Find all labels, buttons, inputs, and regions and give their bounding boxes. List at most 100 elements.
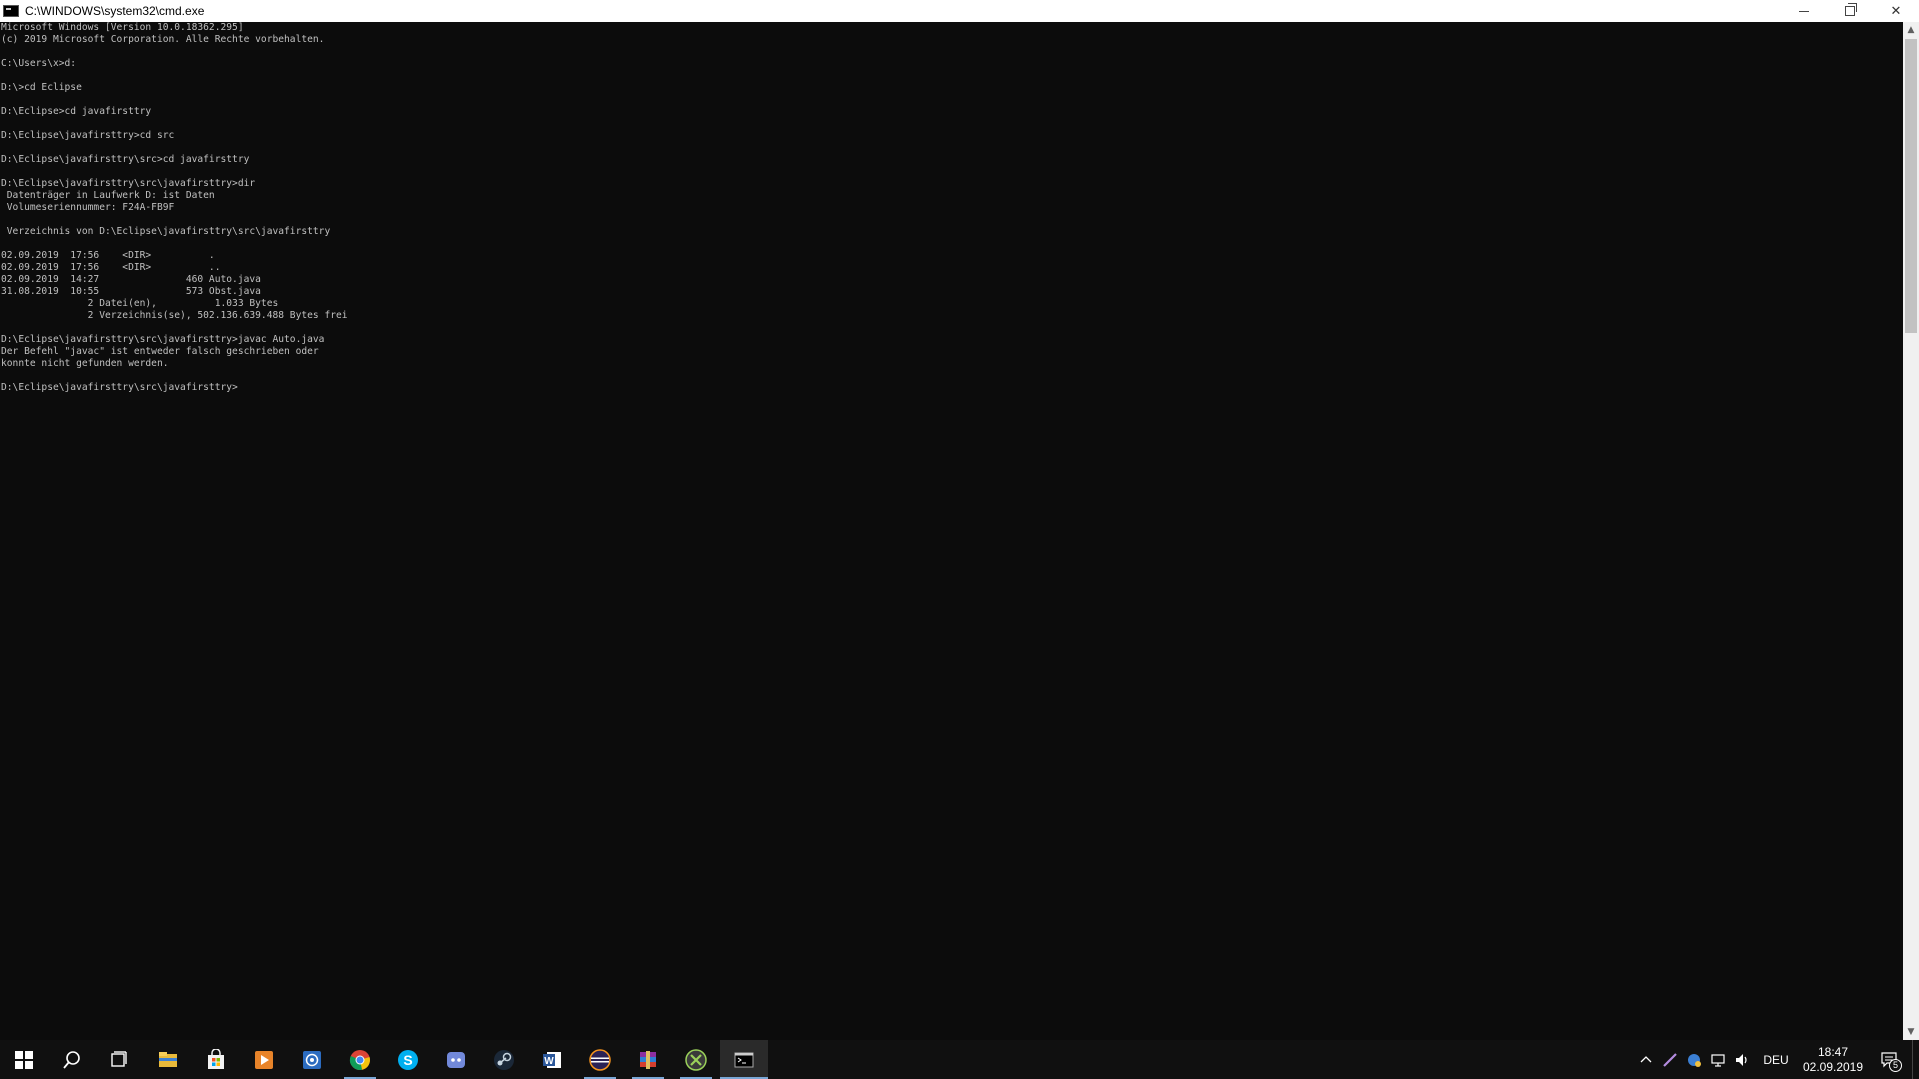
taskbar-file-explorer[interactable] bbox=[144, 1040, 192, 1079]
tray-volume-button[interactable] bbox=[1730, 1040, 1754, 1079]
window-title: C:\WINDOWS\system32\cmd.exe bbox=[25, 4, 205, 18]
console-area[interactable]: Microsoft Windows [Version 10.0.18362.29… bbox=[0, 22, 1903, 1040]
console-line: konnte nicht gefunden werden. bbox=[1, 358, 169, 369]
taskbar-microsoft-store[interactable] bbox=[192, 1040, 240, 1079]
scroll-up-arrow[interactable]: ▲ bbox=[1903, 22, 1919, 38]
console-output: Microsoft Windows [Version 10.0.18362.29… bbox=[0, 22, 1903, 394]
console-line: (c) 2019 Microsoft Corporation. Alle Rec… bbox=[1, 34, 325, 45]
console-line: 2 Verzeichnis(se), 502.136.639.488 Bytes… bbox=[1, 310, 348, 321]
skype-icon: S bbox=[398, 1049, 418, 1070]
microsoft-store-icon bbox=[208, 1048, 224, 1069]
cmd-app-icon[interactable] bbox=[3, 5, 19, 17]
discord-icon bbox=[447, 1051, 465, 1068]
restore-icon bbox=[1845, 3, 1857, 16]
tray-network-status-button[interactable] bbox=[1682, 1040, 1706, 1079]
eclipse-icon bbox=[589, 1048, 611, 1071]
console-line: D:\Eclipse\javafirsttry\src>cd javafirst… bbox=[1, 154, 250, 165]
input-language-indicator[interactable]: DEU bbox=[1754, 1053, 1798, 1067]
taskbar: S W DEU 18:47 02.09.2019 5 bbox=[0, 1040, 1919, 1079]
task-view-icon bbox=[111, 1050, 127, 1067]
console-line: 02.09.2019 17:56 <DIR> .. bbox=[1, 262, 221, 273]
taskbar-skype[interactable]: S bbox=[384, 1040, 432, 1079]
console-line: D:\Eclipse\javafirsttry\src\javafirsttry… bbox=[1, 382, 238, 393]
winrar-icon bbox=[640, 1050, 656, 1069]
file-explorer-icon bbox=[159, 1051, 177, 1067]
action-center-button[interactable]: 5 bbox=[1868, 1040, 1912, 1079]
command-prompt-icon bbox=[734, 1052, 754, 1067]
clock-date: 02.09.2019 bbox=[1802, 1059, 1864, 1074]
console-line: C:\Users\x>d: bbox=[1, 58, 77, 69]
minimize-icon bbox=[1799, 10, 1809, 12]
chrome-icon bbox=[349, 1049, 370, 1070]
scroll-thumb[interactable] bbox=[1905, 39, 1917, 333]
pen-icon bbox=[1663, 1052, 1677, 1067]
restore-button[interactable] bbox=[1827, 0, 1873, 22]
console-line: Volumeseriennummer: F24A-FB9F bbox=[1, 202, 175, 213]
console-line: D:\Eclipse>cd javafirsttry bbox=[1, 106, 152, 117]
search-icon bbox=[63, 1050, 80, 1069]
svg-text:W: W bbox=[544, 1056, 554, 1067]
console-line: Datenträger in Laufwerk D: ist Daten bbox=[1, 190, 215, 201]
taskbar-app[interactable] bbox=[288, 1040, 336, 1079]
taskbar-clock[interactable]: 18:47 02.09.2019 bbox=[1798, 1045, 1868, 1075]
taskbar-discord[interactable] bbox=[432, 1040, 480, 1079]
console-line: 02.09.2019 14:27 460 Auto.java bbox=[1, 274, 261, 285]
app-icon bbox=[303, 1050, 321, 1069]
scroll-down-arrow[interactable]: ▼ bbox=[1903, 1024, 1919, 1040]
console-line: 31.08.2019 10:55 573 Obst.java bbox=[1, 286, 261, 297]
taskbar-steam[interactable] bbox=[480, 1040, 528, 1079]
chevron-up-icon bbox=[1640, 1055, 1652, 1062]
taskbar-eclipse[interactable] bbox=[576, 1040, 624, 1079]
network-globe-icon bbox=[1688, 1053, 1701, 1067]
console-line: D:\Eclipse\javafirsttry\src\javafirsttry… bbox=[1, 178, 256, 189]
taskbar-xbox[interactable] bbox=[672, 1040, 720, 1079]
system-tray: DEU 18:47 02.09.2019 5 bbox=[1634, 1040, 1919, 1079]
taskbar-winrar[interactable] bbox=[624, 1040, 672, 1079]
clock-time: 18:47 bbox=[1817, 1044, 1849, 1059]
steam-icon bbox=[494, 1049, 514, 1070]
tray-pen-button[interactable] bbox=[1658, 1040, 1682, 1079]
taskbar-chrome[interactable] bbox=[336, 1040, 384, 1079]
notification-count-badge: 5 bbox=[1889, 1059, 1902, 1072]
console-line: Der Befehl "javac" ist entweder falsch g… bbox=[1, 346, 319, 357]
close-icon: ✕ bbox=[1890, 3, 1902, 19]
taskbar-word[interactable]: W bbox=[528, 1040, 576, 1079]
start-button[interactable] bbox=[0, 1040, 48, 1079]
console-line: Verzeichnis von D:\Eclipse\javafirsttry\… bbox=[1, 226, 331, 237]
show-hidden-icons-button[interactable] bbox=[1634, 1040, 1658, 1079]
minimize-button[interactable] bbox=[1781, 0, 1827, 22]
task-view-button[interactable] bbox=[96, 1040, 144, 1079]
show-desktop-button[interactable] bbox=[1912, 1040, 1919, 1079]
windows-logo-icon bbox=[15, 1050, 33, 1069]
close-button[interactable]: ✕ bbox=[1873, 0, 1919, 22]
taskbar-command-prompt[interactable] bbox=[720, 1040, 768, 1079]
console-line: D:\>cd Eclipse bbox=[1, 82, 82, 93]
search-button[interactable] bbox=[48, 1040, 96, 1079]
tray-network-button[interactable] bbox=[1706, 1040, 1730, 1079]
word-icon: W bbox=[543, 1051, 561, 1068]
network-icon bbox=[1711, 1053, 1725, 1067]
speaker-icon bbox=[1736, 1053, 1747, 1066]
vertical-scrollbar[interactable]: ▲ ▼ bbox=[1903, 22, 1919, 1040]
console-line: D:\Eclipse\javafirsttry\src\javafirsttry… bbox=[1, 334, 325, 345]
window-title-bar[interactable]: C:\WINDOWS\system32\cmd.exe ✕ bbox=[0, 0, 1919, 23]
media-player-icon bbox=[255, 1050, 273, 1069]
console-line: Microsoft Windows [Version 10.0.18362.29… bbox=[1, 22, 244, 33]
xbox-icon bbox=[685, 1048, 707, 1071]
window-controls: ✕ bbox=[1781, 0, 1919, 22]
taskbar-media-player[interactable] bbox=[240, 1040, 288, 1079]
console-line: D:\Eclipse\javafirsttry>cd src bbox=[1, 130, 175, 141]
console-line: 02.09.2019 17:56 <DIR> . bbox=[1, 250, 215, 261]
svg-text:S: S bbox=[403, 1052, 412, 1068]
console-line: 2 Datei(en), 1.033 Bytes bbox=[1, 298, 279, 309]
